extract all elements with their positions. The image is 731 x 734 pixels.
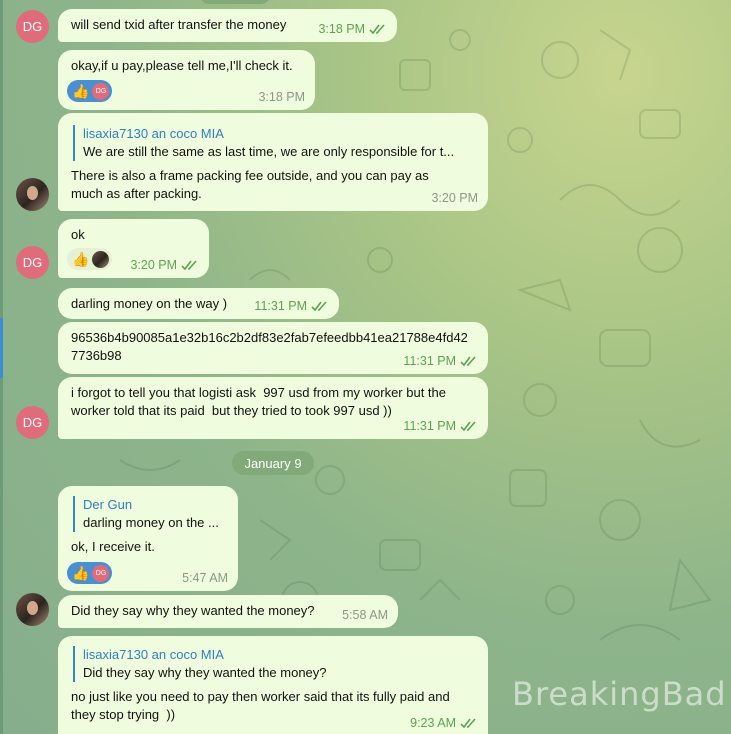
reply-author: lisaxia7130 an coco MIA [83,647,224,662]
message-time: 3:20 PM [431,191,478,205]
avatar-dg[interactable]: DG [16,406,49,439]
message-text: i forgot to tell you that logisti ask 99… [71,385,450,418]
message-meta: 11:31 PM [403,354,478,368]
message-time: 3:18 PM [318,22,365,36]
message-meta: 3:18 PM [258,90,305,104]
message-time: 3:20 PM [130,258,177,272]
message-bubble[interactable]: ok 👍 3:20 PM [58,219,209,278]
avatar-dg[interactable]: DG [16,10,49,43]
date-badge-partial [200,0,270,4]
message-bubble[interactable]: i forgot to tell you that logisti ask 99… [58,377,488,439]
message-bubble[interactable]: Did they say why they wanted the money? … [58,595,398,628]
thumbs-up-icon: 👍 [72,565,90,581]
avatar-initials: DG [22,19,43,34]
message-time: 3:18 PM [258,90,305,104]
message-meta: 3:18 PM [318,22,387,36]
message-text: There is also a frame packing fee outsid… [71,168,433,201]
double-check-icon [369,23,387,35]
message-bubble-with-reply[interactable]: lisaxia7130 an coco MIA We are still the… [58,113,488,211]
avatar-dg[interactable]: DG [16,246,49,279]
message-bubble-with-reply[interactable]: lisaxia7130 an coco MIA Did they say why… [58,636,488,734]
reply-text: Did they say why they wanted the money? [83,665,327,680]
message-bubble-with-reply[interactable]: Der Gun darling money on the ... ok, I r… [58,486,238,591]
reactor-avatar [92,250,110,268]
double-check-icon [181,259,199,271]
reply-quote[interactable]: Der Gun darling money on the ... [73,496,225,532]
reply-text: We are still the same as last time, we a… [83,144,455,159]
avatar-initials: DG [22,255,43,270]
message-meta: 3:20 PM [431,191,478,205]
message-time: 11:31 PM [254,299,307,313]
reply-quote[interactable]: lisaxia7130 an coco MIA We are still the… [73,125,475,161]
reactions[interactable]: 👍 DG [67,562,113,584]
reactor-avatar: DG [92,564,110,582]
sidebar-selection-indicator [0,318,3,378]
reaction-chip[interactable]: 👍 [67,248,113,270]
reaction-chip[interactable]: 👍 DG [67,80,113,102]
double-check-icon [311,300,329,312]
message-bubble[interactable]: will send txid after transfer the money … [58,9,397,42]
reactor-avatar: DG [92,82,110,100]
avatar-face [27,186,38,200]
message-meta: 3:20 PM [130,258,199,272]
reactions[interactable]: 👍 [67,248,113,270]
message-time: 9:23 AM [410,716,456,730]
reaction-chip[interactable]: 👍 DG [67,562,113,584]
reactions[interactable]: 👍 DG [67,80,113,102]
date-separator: January 9 [232,451,314,475]
thumbs-up-icon: 👍 [72,83,90,99]
message-text: ok, I receive it. [71,539,155,554]
double-check-icon [460,717,478,729]
message-time: 11:31 PM [403,419,456,433]
avatar-initials: DG [22,415,43,430]
message-time: 11:31 PM [403,354,456,368]
message-meta: 5:47 AM [182,571,228,585]
message-bubble[interactable]: okay,if u pay,please tell me,I'll check … [58,50,315,110]
message-bubble[interactable]: 96536b4b90085a1e32b16c2b2df83e2fab7efeed… [58,322,488,374]
message-meta: 5:58 AM [342,608,388,622]
message-text: ok [71,227,85,242]
message-time: 5:47 AM [182,571,228,585]
reply-author: lisaxia7130 an coco MIA [83,126,224,141]
double-check-icon [460,355,478,367]
reply-text: darling money on the ... [83,515,219,530]
avatar-face [27,601,38,615]
message-meta: 11:31 PM [254,299,329,313]
double-check-icon [460,420,478,432]
message-bubble[interactable]: darling money on the way ) 11:31 PM [58,288,339,319]
reply-author: Der Gun [83,497,133,512]
message-text: Did they say why they wanted the money? [71,603,315,618]
message-meta: 11:31 PM [403,419,478,433]
message-meta: 9:23 AM [410,716,478,730]
thumbs-up-icon: 👍 [72,251,90,267]
avatar-lisaxia[interactable] [16,178,49,211]
avatar-lisaxia[interactable] [16,593,49,626]
watermark: BreakingBad [512,675,727,713]
reply-quote[interactable]: lisaxia7130 an coco MIA Did they say why… [73,646,475,682]
message-text: okay,if u pay,please tell me,I'll check … [71,58,293,73]
message-time: 5:58 AM [342,608,388,622]
